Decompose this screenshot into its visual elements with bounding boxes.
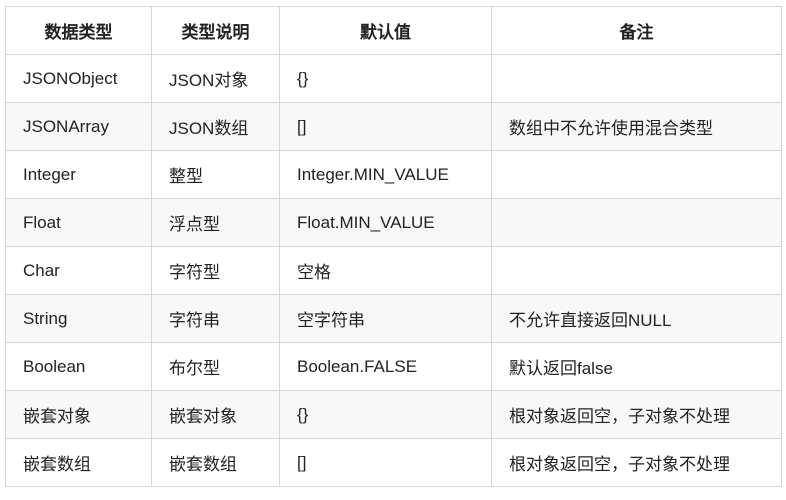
table-header-row: 数据类型 类型说明 默认值 备注 [5, 6, 782, 55]
cell-data-type: Boolean [5, 342, 152, 391]
cell-type-description: 字符型 [151, 246, 280, 295]
table-row: 嵌套数组 嵌套数组[] 根对象返回空，子对象不处理 [5, 438, 782, 487]
table-row: Float 浮点型 Float.MIN_VALUE [5, 198, 782, 247]
table-row: JSONObject JSON对象{} [5, 54, 782, 103]
cell-type-description: 字符串 [151, 294, 280, 343]
cell-remarks: 数组中不允许使用混合类型 [491, 102, 782, 151]
cell-type-description: 浮点型 [151, 198, 280, 247]
cell-remarks: 默认返回false [491, 342, 782, 391]
cell-default-value: Integer.MIN_VALUE [279, 150, 492, 199]
header-type-description: 类型说明 [151, 6, 280, 55]
cell-remarks: 不允许直接返回NULL [491, 294, 782, 343]
cell-default-value: Boolean.FALSE [279, 342, 492, 391]
table-row: Boolean 布尔型 Boolean.FALSE 默认返回false [5, 342, 782, 391]
cell-data-type: 嵌套对象 [5, 390, 152, 439]
cell-data-type: Float [5, 198, 152, 247]
cell-data-type: 嵌套数组 [5, 438, 152, 487]
cell-default-value: {} [279, 390, 492, 439]
cell-remarks: 根对象返回空，子对象不处理 [491, 390, 782, 439]
cell-default-value: {} [279, 54, 492, 103]
table-row: JSONArray JSON数组[] 数组中不允许使用混合类型 [5, 102, 782, 151]
cell-remarks [491, 198, 782, 247]
cell-data-type: JSONArray [5, 102, 152, 151]
cell-remarks [491, 150, 782, 199]
cell-type-description: 嵌套数组 [151, 438, 280, 487]
cell-remarks: 根对象返回空，子对象不处理 [491, 438, 782, 487]
cell-default-value: 空格 [279, 246, 492, 295]
table-row: Char 字符型 空格 [5, 246, 782, 295]
cell-type-description: 布尔型 [151, 342, 280, 391]
header-remarks: 备注 [491, 6, 782, 55]
header-data-type: 数据类型 [5, 6, 152, 55]
cell-default-value: [] [279, 438, 492, 487]
cell-data-type: JSONObject [5, 54, 152, 103]
cell-default-value: Float.MIN_VALUE [279, 198, 492, 247]
cell-remarks [491, 246, 782, 295]
cell-type-description: JSON数组 [151, 102, 280, 151]
cell-default-value: 空字符串 [279, 294, 492, 343]
cell-type-description: 整型 [151, 150, 280, 199]
cell-data-type: String [5, 294, 152, 343]
header-default-value: 默认值 [279, 6, 492, 55]
table-row: 嵌套对象 嵌套对象{} 根对象返回空，子对象不处理 [5, 390, 782, 439]
cell-type-description: JSON对象 [151, 54, 280, 103]
cell-type-description: 嵌套对象 [151, 390, 280, 439]
cell-remarks [491, 54, 782, 103]
table-row: Integer 整型 Integer.MIN_VALUE [5, 150, 782, 199]
cell-data-type: Integer [5, 150, 152, 199]
cell-data-type: Char [5, 246, 152, 295]
cell-default-value: [] [279, 102, 492, 151]
data-type-table: 数据类型 类型说明 默认值 备注 JSONObject JSON对象{} JSONA… [5, 6, 782, 487]
table-row: String 字符串 空字符串 不允许直接返回NULL [5, 294, 782, 343]
